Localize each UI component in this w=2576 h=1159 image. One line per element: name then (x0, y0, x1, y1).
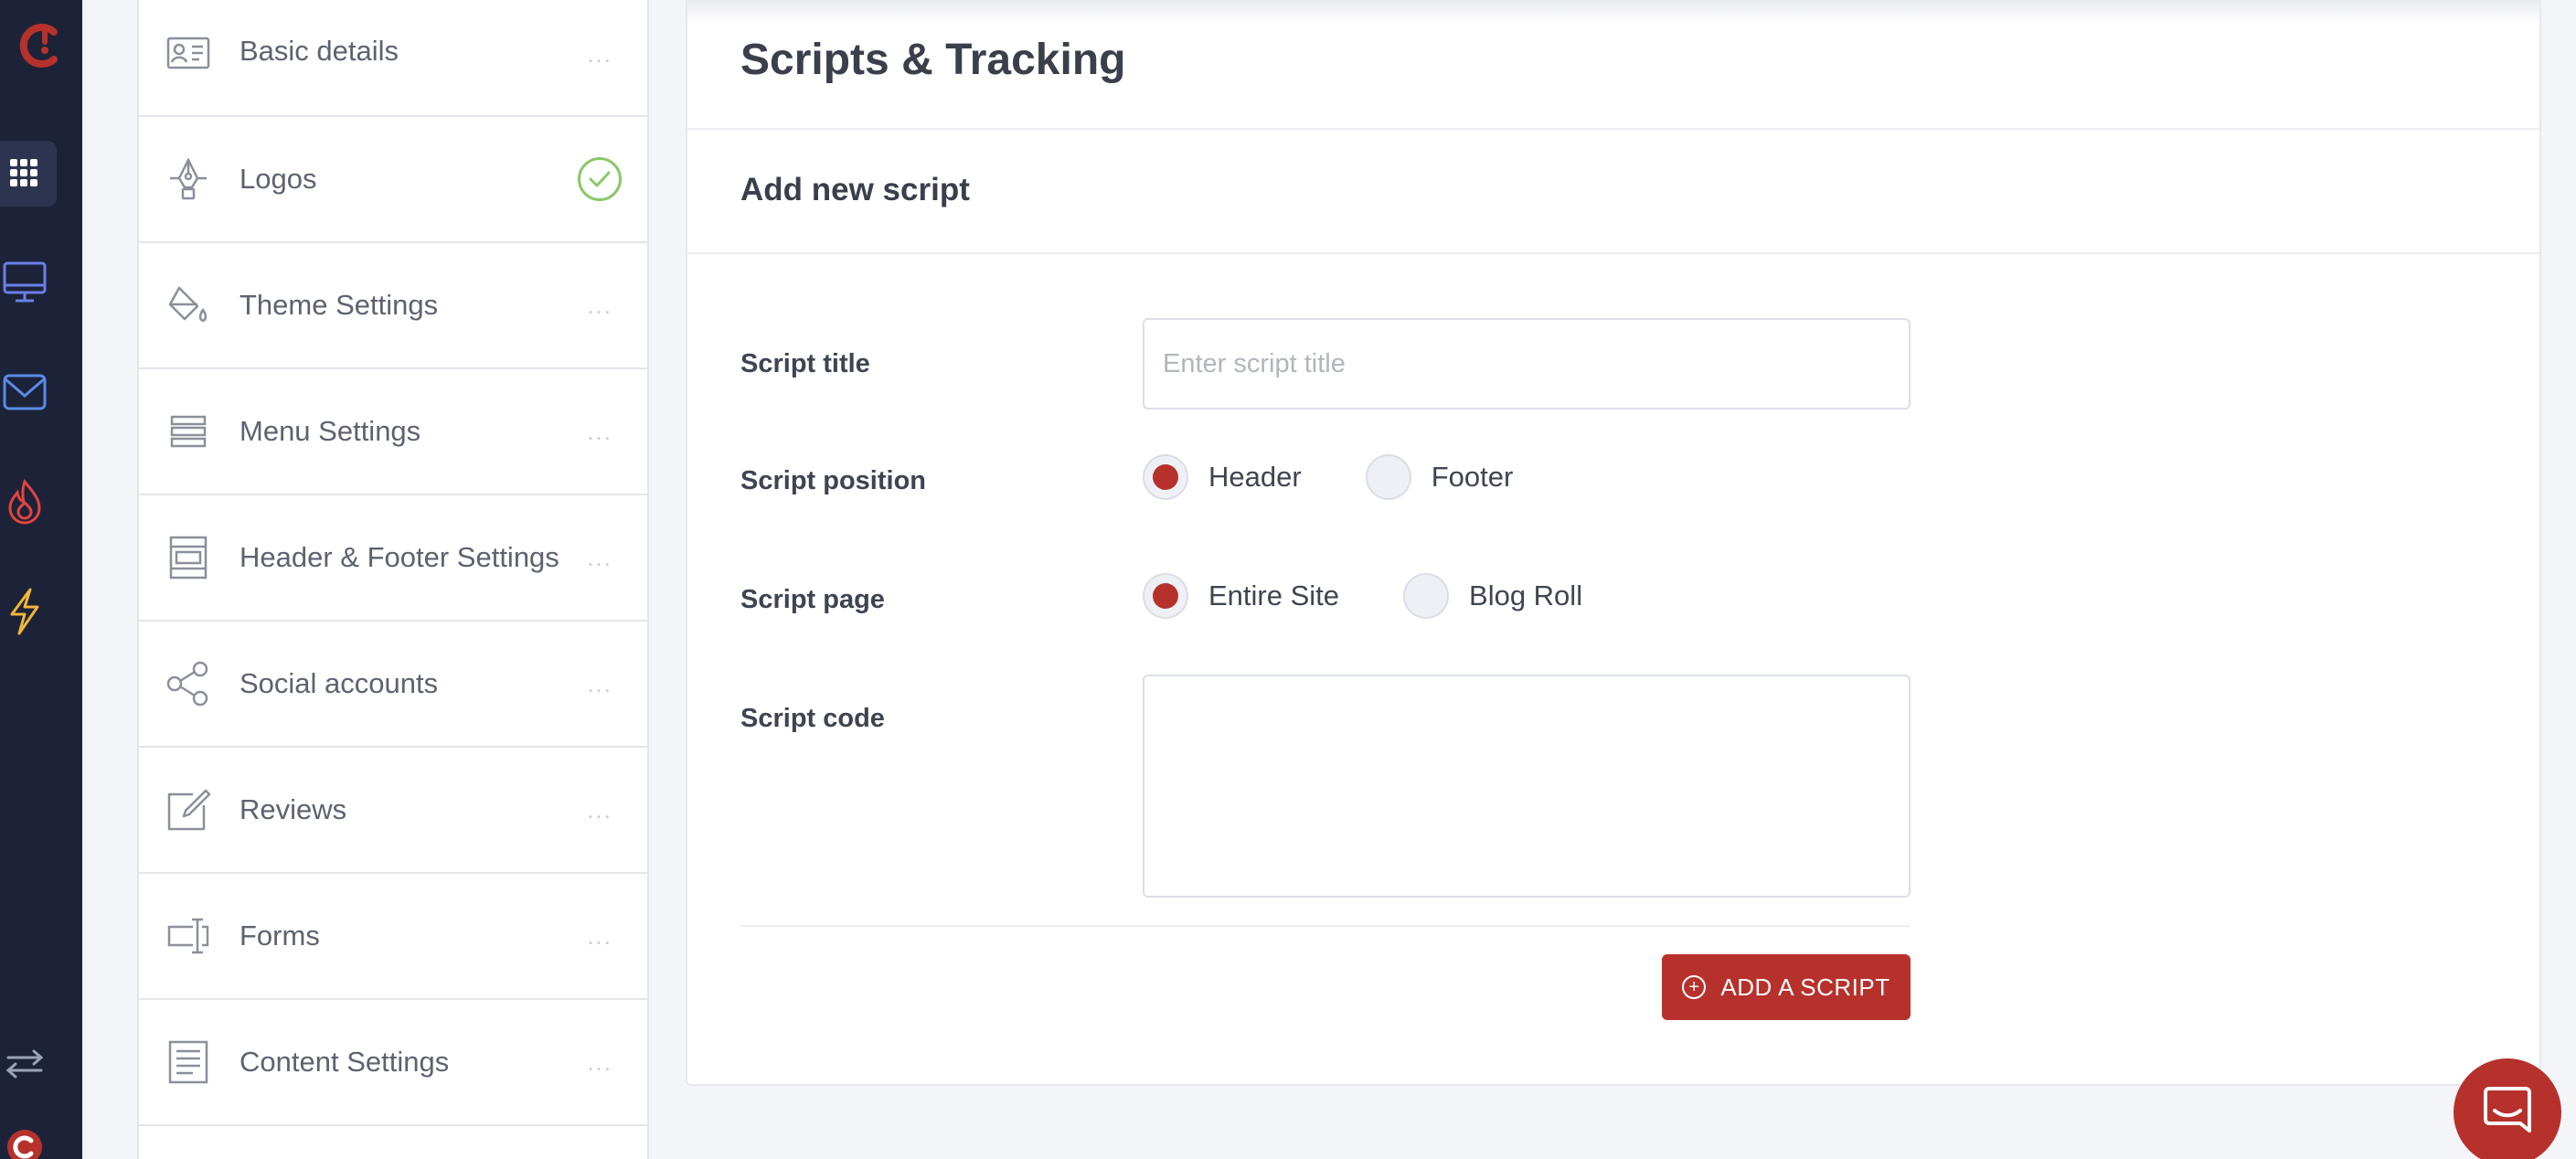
pen-tool-icon (165, 155, 212, 203)
settings-item-content-settings[interactable]: Content Settings ... (139, 1000, 647, 1126)
share-icon (165, 660, 212, 707)
radio-selected[interactable] (1143, 573, 1188, 619)
apps-grid-icon[interactable] (0, 137, 48, 208)
add-script-label: ADD A SCRIPT (1720, 973, 1890, 1001)
page-radio-blog-roll[interactable]: Blog Roll (1403, 573, 1582, 619)
section-title: Add new script (740, 172, 970, 207)
radio-label: Blog Roll (1469, 580, 1583, 611)
radio-unselected[interactable] (1365, 454, 1411, 500)
position-radio-footer[interactable]: Footer (1365, 454, 1514, 500)
text-cursor-icon (165, 912, 212, 960)
settings-item-label: Logos (240, 163, 317, 195)
script-title-label: Script title (740, 349, 870, 378)
section-divider (687, 252, 2539, 254)
page-title: Scripts & Tracking (740, 36, 1126, 84)
document-icon (165, 1038, 212, 1086)
status-dots: ... (587, 40, 612, 68)
radio-label: Footer (1431, 461, 1514, 493)
script-page-radio-group: Entire Site Blog Roll (1143, 573, 1646, 619)
status-dots: ... (587, 417, 612, 445)
brand-logo-icon[interactable] (0, 9, 82, 80)
status-dots: ... (587, 795, 612, 824)
status-dots: ... (587, 543, 612, 571)
script-code-label: Script code (740, 704, 885, 733)
settings-item-menu-settings[interactable]: Menu Settings ... (139, 369, 647, 495)
radio-label: Entire Site (1208, 580, 1340, 611)
brand-small-icon[interactable] (0, 1111, 49, 1159)
settings-item-theme-settings[interactable]: Theme Settings ... (139, 243, 647, 369)
status-dots: ... (587, 1047, 612, 1076)
paint-bucket-icon (165, 282, 212, 329)
scripts-tracking-panel: Scripts & Tracking Add new script Script… (686, 0, 2541, 1086)
chat-icon (2480, 1083, 2535, 1143)
radio-unselected[interactable] (1403, 573, 1450, 619)
script-code-textarea[interactable] (1143, 675, 1911, 898)
app-rail (0, 0, 82, 1159)
settings-item-label: Menu Settings (240, 415, 421, 447)
settings-item-social-accounts[interactable]: Social accounts ... (139, 622, 647, 748)
script-title-input[interactable] (1143, 318, 1911, 409)
settings-item-label: Social accounts (240, 667, 439, 699)
position-radio-header[interactable]: Header (1143, 454, 1302, 500)
status-dots: ... (587, 669, 612, 697)
settings-item-label: Theme Settings (240, 289, 439, 321)
settings-item-basic-details[interactable]: Basic details ... (139, 0, 647, 117)
menu-lines-icon (165, 408, 212, 455)
settings-item-logos[interactable]: Logos (139, 117, 647, 243)
settings-item-header-footer-settings[interactable]: Header & Footer Settings ... (139, 495, 647, 622)
settings-item-reviews[interactable]: Reviews ... (139, 748, 647, 874)
settings-item-label: Content Settings (240, 1046, 450, 1078)
settings-sidebar: Basic details ... Logos Theme Settings .… (137, 0, 649, 1159)
radio-selected[interactable] (1143, 454, 1188, 500)
plus-circle-icon: + (1682, 975, 1707, 999)
edit-icon (165, 786, 212, 834)
script-position-radio-group: Header Footer (1143, 454, 1577, 500)
title-divider (687, 128, 2539, 130)
radio-label: Header (1208, 461, 1302, 493)
swap-arrows-icon[interactable] (0, 1028, 49, 1100)
lightning-icon[interactable] (0, 576, 49, 647)
check-circle-icon (578, 157, 622, 201)
id-card-icon (165, 29, 212, 77)
chat-launcher-button[interactable] (2454, 1058, 2561, 1159)
monitor-icon[interactable] (0, 247, 49, 318)
settings-item-label: Basic details (240, 35, 399, 67)
settings-item-forms[interactable]: Forms ... (139, 874, 647, 1000)
settings-item-label: Reviews (240, 793, 347, 825)
status-dots: ... (587, 291, 612, 319)
script-page-label: Script page (740, 585, 885, 614)
mail-icon[interactable] (0, 356, 49, 428)
settings-item-label: Header & Footer Settings (240, 541, 559, 573)
fire-icon[interactable] (0, 466, 49, 537)
form-divider (740, 925, 1911, 927)
script-position-label: Script position (740, 466, 926, 495)
page-radio-entire-site[interactable]: Entire Site (1143, 573, 1339, 619)
status-dots: ... (587, 921, 612, 950)
settings-item-label: Forms (240, 920, 320, 952)
layout-icon (165, 534, 212, 581)
add-script-button[interactable]: + ADD A SCRIPT (1662, 954, 1911, 1020)
